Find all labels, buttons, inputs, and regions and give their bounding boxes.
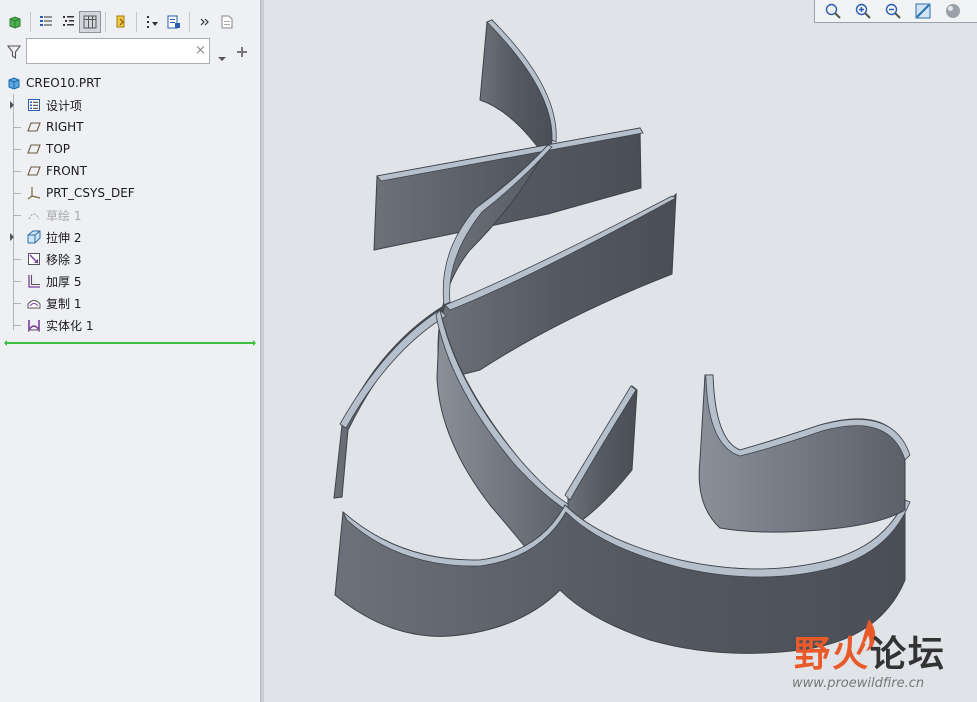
filter-row: ×: [0, 38, 260, 66]
watermark-title: 野火论坛: [794, 625, 946, 677]
tree-branch: [13, 215, 21, 216]
tree-item-sketch[interactable]: 草绘 1: [0, 204, 260, 226]
tree-branch: [13, 325, 21, 326]
repaint-icon[interactable]: [911, 1, 935, 21]
document-icon[interactable]: [216, 11, 238, 33]
tree-root[interactable]: CREO10.PRT: [0, 72, 260, 94]
more-chevron-icon[interactable]: [194, 11, 216, 33]
tree-item-label: 设计项: [46, 98, 83, 113]
copy-icon: [26, 295, 42, 311]
clear-filter-icon[interactable]: ×: [195, 43, 206, 59]
toolbar-separator: [189, 12, 190, 32]
tree-item-label: 加厚 5: [46, 274, 82, 289]
left-descending-stroke: [333, 303, 447, 499]
tree-item-label: 拉伸 2: [46, 230, 82, 245]
tree-branch: [13, 171, 21, 172]
tree-columns-icon[interactable]: [79, 11, 101, 33]
tree-toolbar: [4, 8, 238, 36]
tree-branch: [13, 149, 21, 150]
tree-item-label: TOP: [46, 142, 71, 156]
tree-item-remove[interactable]: 移除 3: [0, 248, 260, 270]
filter-input[interactable]: [26, 38, 210, 64]
filter-dropdown-icon[interactable]: [217, 48, 227, 67]
model-cube-icon[interactable]: [4, 11, 26, 33]
tree-item-copy[interactable]: 复制 1: [0, 292, 260, 314]
display-style-icon[interactable]: [941, 1, 965, 21]
tree-branch: [13, 281, 21, 282]
tree-item-top[interactable]: TOP: [0, 138, 260, 160]
tree-branch: [13, 303, 21, 304]
model-tree-panel: × CREO10.PRT 设计项 RIGHT TOP FRONT PRT_CSY…: [0, 0, 261, 702]
tree-item-extrude[interactable]: 拉伸 2: [0, 226, 260, 248]
tree-item-design-items[interactable]: 设计项: [0, 94, 260, 116]
add-icon[interactable]: [235, 44, 249, 63]
sketch-icon: [26, 207, 42, 223]
tree-item-label: 草绘 1: [46, 208, 82, 223]
3d-calligraphy-model[interactable]: [264, 0, 977, 702]
tree-item-label: 复制 1: [46, 296, 82, 311]
tree-item-label: PRT_CSYS_DEF: [46, 186, 135, 200]
tree-item-label: FRONT: [46, 164, 87, 178]
part-icon: [6, 75, 22, 91]
tree-item-label: 移除 3: [46, 252, 82, 267]
tree-expand-icon[interactable]: [57, 11, 79, 33]
watermark-url: www.proewildfire.cn: [792, 676, 925, 691]
tree-settings-icon[interactable]: [163, 11, 185, 33]
right-hook-stroke: [698, 374, 911, 533]
tree-item-front[interactable]: FRONT: [0, 160, 260, 182]
toolbar-separator: [30, 12, 31, 32]
filter-funnel-icon[interactable]: [6, 44, 22, 64]
tree-item-label: 实体化 1: [46, 318, 94, 333]
expand-arrow-icon[interactable]: [10, 101, 14, 109]
settings-filter-icon[interactable]: [141, 11, 163, 33]
tree-item-right[interactable]: RIGHT: [0, 116, 260, 138]
remove-icon: [26, 251, 42, 267]
tree-branch: [13, 193, 21, 194]
show-icon[interactable]: [110, 11, 132, 33]
toolbar-separator: [105, 12, 106, 32]
tree-item-label: RIGHT: [46, 120, 84, 134]
model-tree: CREO10.PRT 设计项 RIGHT TOP FRONT PRT_CSYS_…: [0, 72, 260, 336]
datum-plane-icon: [26, 163, 42, 179]
design-items-icon: [26, 97, 42, 113]
datum-plane-icon: [26, 119, 42, 135]
insert-here-indicator[interactable]: [4, 340, 256, 346]
tree-root-label: CREO10.PRT: [26, 76, 101, 90]
watermark-title-dark: 论坛: [870, 634, 947, 675]
tree-list-icon[interactable]: [35, 11, 57, 33]
datum-plane-icon: [26, 141, 42, 157]
solidify-icon: [26, 317, 42, 333]
refit-icon[interactable]: [821, 1, 845, 21]
tree-item-solidify[interactable]: 实体化 1: [0, 314, 260, 336]
forum-watermark: 野火论坛 www.proewildfire.cn: [790, 615, 977, 701]
watermark-title-red: 野火: [794, 634, 871, 675]
thicken-icon: [26, 273, 42, 289]
tree-item-thicken[interactable]: 加厚 5: [0, 270, 260, 292]
tree-branch: [13, 127, 21, 128]
extrude-icon: [26, 229, 42, 245]
csys-icon: [26, 185, 42, 201]
graphics-viewport[interactable]: 野火论坛 www.proewildfire.cn: [264, 0, 977, 702]
view-toolbar: [814, 0, 977, 23]
zoom-in-icon[interactable]: [851, 1, 875, 21]
toolbar-separator: [136, 12, 137, 32]
expand-arrow-icon[interactable]: [10, 233, 14, 241]
tree-item-csys[interactable]: PRT_CSYS_DEF: [0, 182, 260, 204]
zoom-out-icon[interactable]: [881, 1, 905, 21]
tree-branch: [13, 259, 21, 260]
right-short-stroke: [564, 385, 638, 531]
